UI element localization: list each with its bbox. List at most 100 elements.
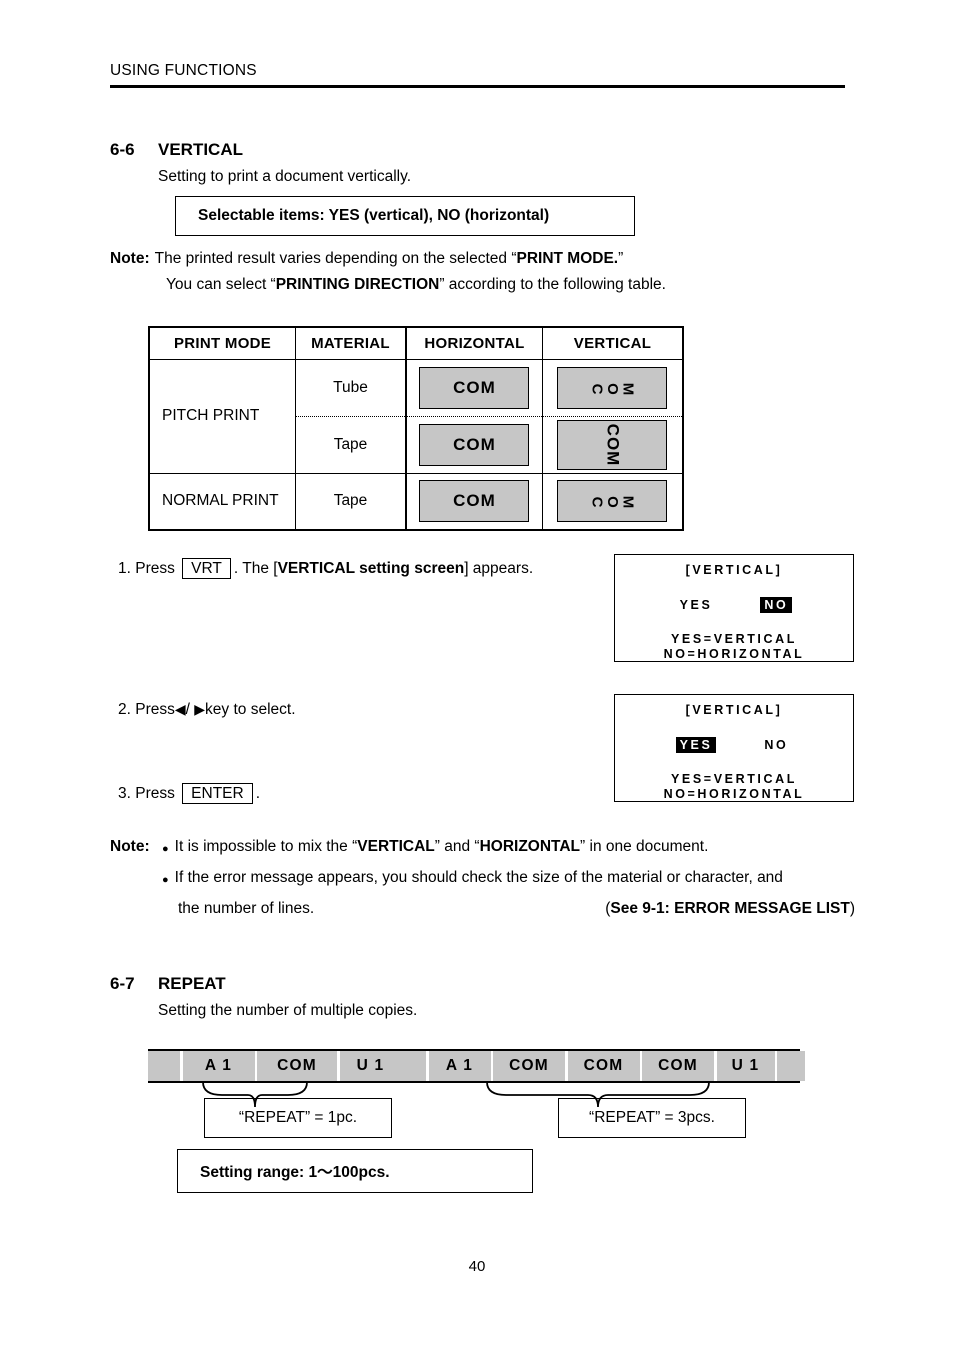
chip-com-vertical-rotated-letters: COM (557, 480, 668, 523)
selectable-items-box: Selectable items: YES (vertical), NO (ho… (175, 196, 635, 236)
cell-vertical-tape-pitch: COM (541, 416, 684, 474)
strip-2-segment-blank-left (400, 1051, 426, 1081)
chip-com-horizontal: COM (419, 480, 530, 523)
note-b1-a: It is impossible to mix the “ (174, 838, 358, 855)
callout-repeat-1pc-text: “REPEAT” = 1pc. (238, 1109, 358, 1126)
section-subtitle-vertical: Setting to print a document vertically. (158, 168, 412, 185)
step-2-slash: / (185, 701, 190, 718)
label-strip-3pcs: A 1 COM COM COM U 1 (400, 1051, 808, 1081)
table-header-row: PRINT MODE MATERIAL HORIZONTAL VERTICAL (148, 326, 684, 360)
print-direction-table: PRINT MODE MATERIAL HORIZONTAL VERTICAL … (148, 326, 684, 531)
strip-1-segment-u1: U 1 (339, 1051, 402, 1081)
note-b1-e: ” in one document. (580, 838, 709, 855)
cell-mode-normal-print: NORMAL PRINT (148, 472, 297, 530)
note-bottom-line-2: ● If the error message appears, you shou… (110, 869, 855, 891)
strip-2-segment-blank-right (777, 1051, 805, 1081)
step-1-prefix: 1. Press (118, 560, 175, 577)
cell-mode-pitch-print: PITCH PRINT (148, 359, 297, 473)
chip-com-horizontal: COM (419, 423, 530, 466)
note-bottom-line-1: Note: ● It is impossible to mix the “VER… (110, 838, 855, 860)
lcd-2-option-yes-selected[interactable]: YES (675, 737, 717, 753)
strip-1-segment-blank-left (148, 1051, 180, 1081)
cell-vertical-tube: COM (541, 358, 684, 417)
chip-com-vertical-rotated-word: COM (557, 419, 668, 470)
cell-material-tape-normal: Tape (295, 472, 407, 531)
note-bottom-line-3: the number of lines. (See 9-1: ERROR MES… (178, 900, 855, 918)
strip-2-segment-com-3: COM (642, 1051, 714, 1081)
section-title-repeat: REPEAT (158, 974, 226, 993)
running-header-title: USING FUNCTIONS (110, 62, 257, 79)
page-number: 40 (468, 1258, 486, 1275)
table-row: NORMAL PRINT Tape COM COM (148, 472, 684, 531)
col-header-vertical: VERTICAL (541, 326, 684, 360)
lcd-2-legend-yes: YES=VERTICAL (670, 772, 797, 786)
cell-horizontal-tape-pitch: COM (404, 416, 543, 474)
step-3: 3. Press ENTER. (118, 783, 260, 804)
section-subtitle-repeat: Setting the number of multiple copies. (158, 1002, 418, 1019)
arrow-left-icon[interactable]: ◀ (175, 701, 186, 717)
chip-com-vertical-word: COM (603, 423, 623, 466)
chip-com-vertical-rotated-letters: COM (557, 366, 668, 409)
note-1-text-a: The printed result varies depending on t… (154, 250, 517, 267)
note-b1-emph-horizontal: HORIZONTAL (479, 838, 581, 855)
page-header: USING FUNCTIONS (110, 62, 845, 88)
lcd-2-legend-no: NO=HORIZONTAL (663, 787, 805, 801)
arrow-right-icon[interactable]: ▶ (194, 701, 205, 717)
lcd-1-options: YES NO (615, 597, 853, 613)
section-title-vertical: VERTICAL (158, 140, 243, 159)
note-label: Note: (110, 250, 150, 267)
note-b1-c: ” and “ (434, 838, 480, 855)
step-2: 2. Press◀/ ▶key to select. (118, 701, 296, 719)
lcd-1-option-no-selected[interactable]: NO (760, 597, 793, 613)
cell-horizontal-tube: COM (404, 358, 543, 417)
key-vrt[interactable]: VRT (182, 558, 231, 579)
lcd-1-option-yes[interactable]: YES (676, 597, 717, 613)
step-3-suffix: . (255, 785, 261, 802)
section-heading-vertical: 6-6 VERTICAL (110, 140, 243, 160)
key-enter[interactable]: ENTER (182, 783, 253, 804)
note-bottom: Note: ● It is impossible to mix the “VER… (110, 838, 855, 918)
section-number-6-6: 6-6 (110, 140, 135, 159)
section-number-6-7: 6-7 (110, 974, 135, 993)
lcd-2-title: [VERTICAL] (685, 703, 783, 717)
note-2-emph: PRINTING DIRECTION (275, 276, 440, 293)
bullet-icon: ● (162, 874, 169, 886)
selectable-items-text: Selectable items: YES (vertical), NO (ho… (198, 207, 550, 224)
lcd-screen-vertical-no: [VERTICAL] YES NO YES=VERTICAL NO=HORIZO… (614, 554, 854, 662)
lcd-1-title: [VERTICAL] (685, 563, 783, 577)
strip-2-segment-com-2: COM (567, 1051, 640, 1081)
col-header-material: MATERIAL (295, 326, 407, 360)
label-strip-1pc: A 1 COM U 1 (148, 1051, 429, 1081)
step-1: 1. Press VRT. The [VERTICAL setting scre… (118, 558, 533, 579)
cell-vertical-tape-normal: COM (541, 472, 684, 531)
note-1-text-c: ” (618, 250, 624, 267)
note-line-1: Note: The printed result varies dependin… (110, 250, 850, 268)
cell-material-tape-pitch: Tape (295, 416, 407, 474)
error-list-reference: See 9-1: ERROR MESSAGE LIST (610, 900, 850, 917)
note-b1-emph-vertical: VERTICAL (357, 838, 435, 855)
step-3-prefix: 3. Press (118, 785, 175, 802)
lcd-1-legend-yes: YES=VERTICAL (670, 632, 797, 646)
chip-com-horizontal: COM (419, 366, 530, 409)
bullet-icon: ● (162, 843, 169, 855)
strip-2-segment-com-1: COM (493, 1051, 565, 1081)
header-divider (110, 85, 845, 88)
note-2-text-a: You can select “ (166, 276, 276, 293)
lcd-2-option-no[interactable]: NO (760, 737, 792, 753)
note-b2-b: the number of lines. (178, 900, 315, 917)
callout-repeat-3pcs: “REPEAT” = 3pcs. (558, 1098, 746, 1138)
lcd-1-legend-no: NO=HORIZONTAL (663, 647, 805, 661)
step-1-emph: VERTICAL setting screen (277, 560, 465, 577)
callout-repeat-1pc: “REPEAT” = 1pc. (204, 1098, 392, 1138)
cell-material-tube: Tube (295, 358, 407, 417)
note-2-text-c: ” according to the following table. (439, 276, 666, 293)
setting-range-box: Setting range: 1～100pcs. (177, 1149, 533, 1193)
ref-close: ) (849, 900, 855, 917)
note-1-emph: PRINT MODE. (516, 250, 619, 267)
section-heading-repeat: 6-7 REPEAT (110, 974, 226, 994)
strip-2-segment-u1: U 1 (716, 1051, 775, 1081)
lcd-2-options: YES NO (615, 737, 853, 753)
cell-horizontal-tape-normal: COM (404, 472, 543, 531)
step-2-prefix: 2. Press (118, 701, 175, 718)
note-line-2: You can select “PRINTING DIRECTION” acco… (166, 276, 850, 294)
